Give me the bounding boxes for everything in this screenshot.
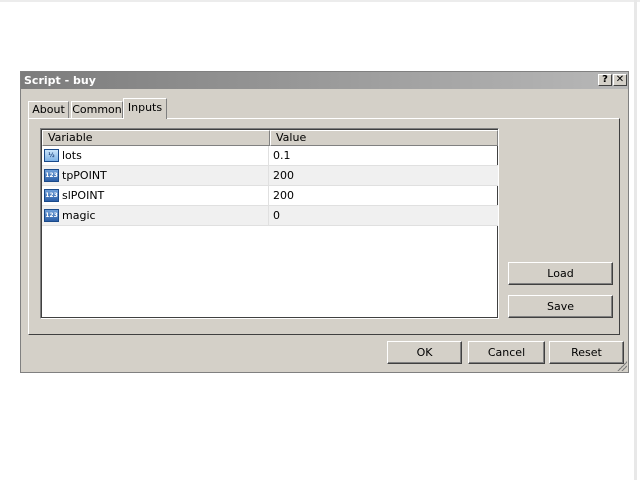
load-button[interactable]: Load [508,262,613,285]
resize-grip-icon[interactable] [617,361,627,371]
close-button[interactable]: ✕ [613,74,627,86]
variable-cell: ½ lots [42,146,269,165]
table-row[interactable]: 123 tpPOINT 200 [42,166,498,186]
variable-name: magic [62,209,96,222]
variable-value[interactable]: 200 [273,186,294,205]
title-bar[interactable]: Script - buy ? ✕ [21,72,628,89]
variable-name: slPOINT [62,189,105,202]
window-title: Script - buy [24,74,96,87]
variable-value[interactable]: 200 [273,166,294,185]
help-button[interactable]: ? [598,74,612,86]
variable-value[interactable]: 0.1 [273,146,291,165]
script-dialog: Script - buy ? ✕ About Common Inputs Var… [20,71,629,373]
table-row[interactable]: ½ lots 0.1 [42,146,498,166]
fraction-type-icon: ½ [44,149,59,162]
grid-header: Variable Value [42,130,498,146]
screen-right-edge [634,0,637,480]
tab-about[interactable]: About [28,101,69,119]
column-header-value[interactable]: Value [270,130,498,146]
table-row[interactable]: 123 slPOINT 200 [42,186,498,206]
screen-top-edge [0,0,640,2]
inputs-grid[interactable]: Variable Value ½ lots 0.1 123 tpPOINT 20… [40,128,499,319]
tab-common[interactable]: Common [71,101,123,119]
variable-name: lots [62,149,82,162]
table-row[interactable]: 123 magic 0 [42,206,498,226]
variable-cell: 123 tpPOINT [42,166,269,185]
variable-name: tpPOINT [62,169,107,182]
ok-button[interactable]: OK [387,341,462,364]
integer-type-icon: 123 [44,189,59,202]
reset-button[interactable]: Reset [549,341,624,364]
variable-cell: 123 slPOINT [42,186,269,205]
inputs-panel: Variable Value ½ lots 0.1 123 tpPOINT 20… [28,118,620,335]
save-button[interactable]: Save [508,295,613,318]
tab-inputs[interactable]: Inputs [123,98,167,119]
variable-value[interactable]: 0 [273,206,280,225]
integer-type-icon: 123 [44,209,59,222]
column-header-variable[interactable]: Variable [42,130,270,146]
variable-cell: 123 magic [42,206,269,225]
cancel-button[interactable]: Cancel [468,341,545,364]
integer-type-icon: 123 [44,169,59,182]
